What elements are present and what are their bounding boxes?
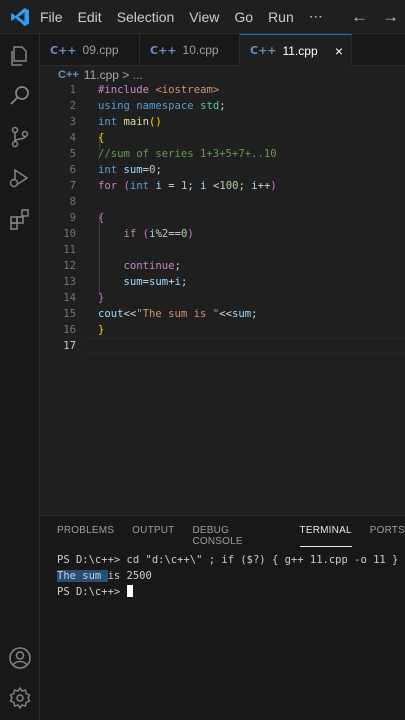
code-line: 4{ <box>40 130 405 146</box>
menu-file[interactable]: File <box>40 9 63 25</box>
terminal-command: cd "d:\c++\" ; if ($?) { g++ 11.cpp -o 1… <box>126 554 405 566</box>
tab-09-cpp[interactable]: C++ 09.cpp <box>40 34 140 66</box>
code-line: 13 sum=sum+i; <box>40 274 405 290</box>
code-line: 2 using namespace std; <box>40 98 405 114</box>
line-number: 2 <box>69 100 76 112</box>
code-line: 17 <box>40 338 405 354</box>
line-number: 7 <box>69 180 76 192</box>
tab-terminal[interactable]: TERMINAL <box>299 525 352 547</box>
code-line: 6 int sum=0; <box>40 162 405 178</box>
terminal-cursor <box>126 585 133 597</box>
menu-run[interactable]: Run <box>268 9 294 25</box>
code-line: 16} <box>40 322 405 338</box>
bottom-panel: PROBLEMS OUTPUT DEBUG CONSOLE TERMINAL P… <box>40 515 405 720</box>
menu-go[interactable]: Go <box>234 9 253 25</box>
terminal-prompt-line[interactable]: PS D:\c++> <box>57 584 405 600</box>
editor-tabs: C++ 09.cpp C++ 10.cpp C++ 11.cpp × <box>40 34 405 66</box>
terminal-selection: The sum <box>57 570 108 582</box>
menu-edit[interactable]: Edit <box>78 9 102 25</box>
menu-selection[interactable]: Selection <box>117 9 175 25</box>
code-line: 1 #include <iostream> <box>40 82 405 98</box>
line-number: 3 <box>69 116 76 128</box>
arrow-right-icon[interactable]: → <box>382 7 399 27</box>
breadcrumb: C++ 11.cpp > ... <box>58 67 143 83</box>
terminal-output-text: is 2500 <box>107 570 152 582</box>
tab-label: 11.cpp <box>282 43 318 58</box>
code-line: 11 <box>40 242 405 258</box>
menu-view[interactable]: View <box>189 9 219 25</box>
line-number: 4 <box>69 132 76 144</box>
code-line: 12 continue; <box>40 258 405 274</box>
line-number: 12 <box>63 260 76 272</box>
title-bar: File Edit Selection View Go Run ⋯ ← → <box>0 0 405 34</box>
extensions-icon[interactable] <box>8 207 32 231</box>
menu-bar: File Edit Selection View Go Run ⋯ <box>40 8 338 25</box>
line-number: 8 <box>69 196 76 208</box>
code-line: 15 cout<<"The sum is "<<sum; <box>40 306 405 322</box>
line-number: 13 <box>63 276 76 288</box>
terminal-prompt: PS D:\c++> <box>57 554 127 566</box>
cpp-file-icon: C++ <box>50 43 77 57</box>
cpp-file-icon: C++ <box>58 69 79 81</box>
tab-ports[interactable]: PORTS <box>370 525 405 547</box>
settings-gear-icon[interactable] <box>8 686 32 710</box>
line-number: 14 <box>63 292 76 304</box>
cpp-file-icon: C++ <box>250 44 277 57</box>
code-line: 14} <box>40 290 405 306</box>
line-number: 17 <box>63 340 76 352</box>
activity-bar <box>0 34 40 720</box>
line-number: 15 <box>63 308 76 320</box>
line-number: 10 <box>63 228 76 240</box>
chevron-right-icon: > <box>122 68 130 82</box>
code-line: 3 int main() <box>40 114 405 130</box>
line-number: 16 <box>63 324 76 336</box>
panel-tabs: PROBLEMS OUTPUT DEBUG CONSOLE TERMINAL P… <box>57 525 405 547</box>
code-editor[interactable]: 1 #include <iostream> 2 using namespace st… <box>40 82 405 514</box>
run-debug-icon[interactable] <box>8 166 32 190</box>
line-number: 5 <box>69 148 76 160</box>
vscode-logo-icon <box>0 0 40 34</box>
code-line: 10 if (i%2==0) <box>40 226 405 242</box>
terminal-prompt: PS D:\c++> <box>57 586 127 598</box>
line-number: 9 <box>69 212 76 224</box>
tab-label: 09.cpp <box>82 43 119 57</box>
menu-more[interactable]: ⋯ <box>309 8 323 25</box>
code-line: 7 for (int i = 1; i <100; i++) <box>40 178 405 194</box>
arrow-left-icon[interactable]: ← <box>351 7 368 27</box>
line-number: 1 <box>69 84 76 96</box>
tab-11-cpp[interactable]: C++ 11.cpp × <box>240 34 352 66</box>
breadcrumb-more[interactable]: ... <box>133 68 143 82</box>
source-control-icon[interactable] <box>8 125 32 149</box>
terminal-output[interactable]: The sum is 2500 <box>57 568 405 584</box>
search-icon[interactable] <box>8 84 32 108</box>
tab-output[interactable]: OUTPUT <box>132 525 174 547</box>
code-line: 8 <box>40 194 405 210</box>
explorer-icon[interactable] <box>8 44 32 68</box>
line-number: 11 <box>63 244 76 256</box>
code-line: 5//sum of series 1+3+5+7+..10 <box>40 146 405 162</box>
line-number: 6 <box>69 164 76 176</box>
terminal-command-line[interactable]: PS D:\c++> cd "d:\c++\" ; if ($?) { g++ … <box>57 552 405 568</box>
breadcrumb-file[interactable]: 11.cpp <box>84 68 119 82</box>
tab-debug-console[interactable]: DEBUG CONSOLE <box>192 525 281 547</box>
close-icon[interactable]: × <box>335 43 343 59</box>
tab-10-cpp[interactable]: C++ 10.cpp <box>140 34 240 66</box>
tab-label: 10.cpp <box>182 43 219 57</box>
tab-problems[interactable]: PROBLEMS <box>57 525 114 547</box>
code-line: 9{ <box>40 210 405 226</box>
cpp-file-icon: C++ <box>150 43 177 57</box>
account-icon[interactable] <box>8 646 32 670</box>
